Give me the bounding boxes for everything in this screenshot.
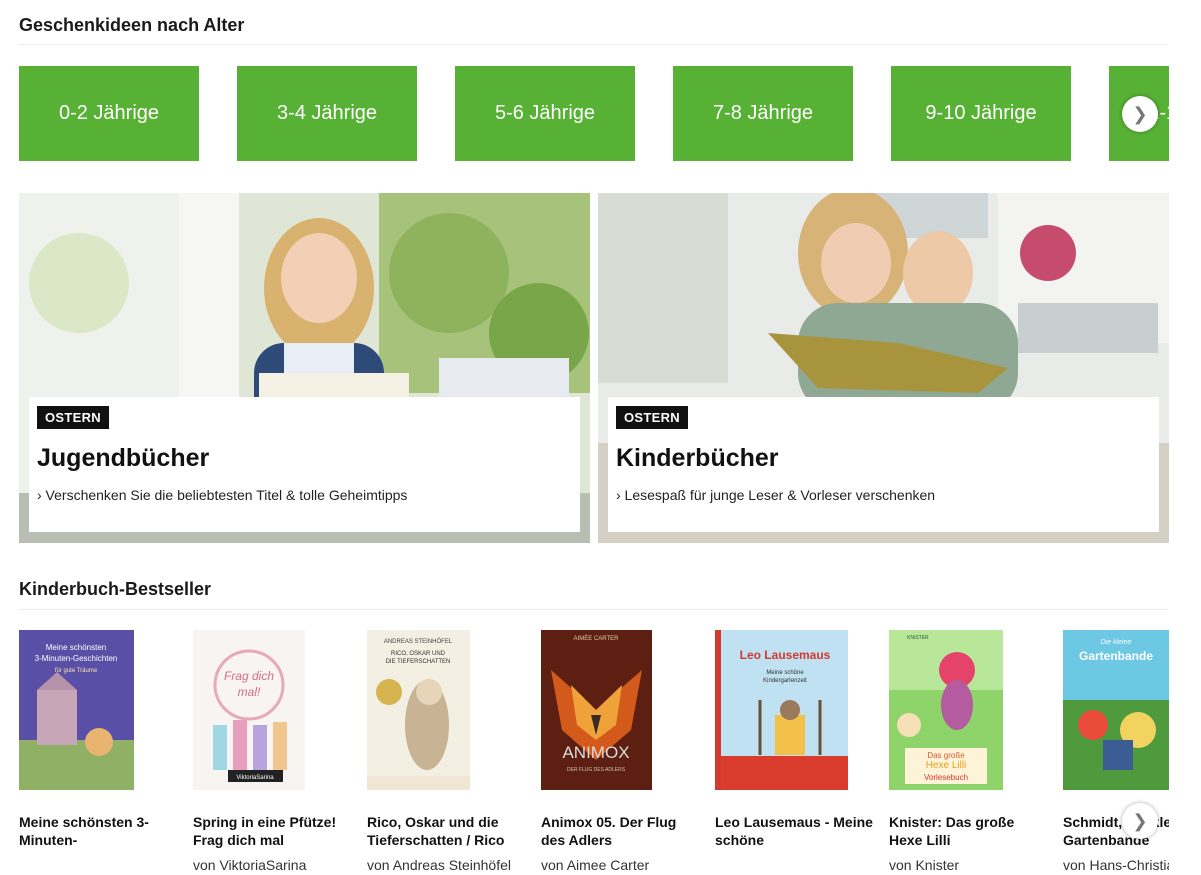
bestseller-section-title: Kinderbuch-Bestseller	[19, 579, 212, 599]
book-title[interactable]: Meine schönsten 3-Minuten-	[19, 813, 179, 849]
book-author: von Andreas Steinhöfel	[367, 857, 511, 873]
svg-text:für gute Träume: für gute Träume	[55, 668, 98, 674]
book-cover[interactable]: Meine schönsten 3-Minuten-Geschichten fü…	[19, 630, 134, 790]
svg-text:DER FLUG DES ADLERS: DER FLUG DES ADLERS	[567, 767, 626, 773]
chevron-right-icon: ❯	[1132, 810, 1148, 831]
bestseller-carousel: Meine schönsten 3-Minuten-Geschichten fü…	[19, 630, 1169, 875]
book-cover[interactable]: AIMÉE CARTER ANIMOX DER FLUG DES ADLERS	[541, 630, 652, 790]
promo-link[interactable]: › Verschenken Sie die beliebtesten Titel…	[37, 487, 407, 503]
svg-text:Kindergartenzeit: Kindergartenzeit	[763, 678, 807, 684]
promo-badge: OSTERN	[616, 406, 688, 429]
svg-text:KNISTER: KNISTER	[907, 635, 929, 641]
age-tile-7-8[interactable]: 7-8 Jährige	[673, 66, 853, 161]
svg-text:3-Minuten-Geschichten: 3-Minuten-Geschichten	[35, 654, 118, 663]
svg-text:Meine schönsten: Meine schönsten	[46, 643, 106, 652]
promo-title: Jugendbücher	[37, 444, 210, 472]
age-tile-9-10[interactable]: 9-10 Jährige	[891, 66, 1071, 161]
bestseller-next-button[interactable]: ❯	[1122, 803, 1158, 839]
book-author: von Knister	[889, 857, 960, 873]
chevron-right-icon: ❯	[1132, 103, 1148, 124]
book-title[interactable]: Leo Lausemaus - Meine schöne	[715, 813, 875, 849]
age-section-title: Geschenkideen nach Alter	[19, 15, 245, 35]
book-cover[interactable]: Leo Lausemaus Meine schöne Kindergartenz…	[715, 630, 848, 790]
svg-text:ViktoriaSarina: ViktoriaSarina	[236, 775, 274, 781]
book-cover[interactable]: KNISTER Das große Hexe Lilli Vorlesebuch	[889, 630, 1003, 790]
promo-badge: OSTERN	[37, 406, 109, 429]
book-cover[interactable]: ANDREAS STEINHÖFEL RICO, OSKAR UND DIE T…	[367, 630, 470, 790]
svg-text:DIE TIEFERSCHATTEN: DIE TIEFERSCHATTEN	[386, 659, 451, 665]
age-carousel: 0-2 Jährige 3-4 Jährige 5-6 Jährige 7-8 …	[19, 66, 1169, 161]
divider	[19, 44, 1168, 45]
book-author: von Aimee Carter	[541, 857, 650, 873]
book-title[interactable]: Spring in eine Pfütze! Frag dich mal	[193, 813, 353, 849]
svg-text:ANDREAS STEINHÖFEL: ANDREAS STEINHÖFEL	[384, 638, 453, 645]
svg-text:Die kleine: Die kleine	[1101, 639, 1132, 646]
svg-text:mal!: mal!	[238, 685, 261, 699]
svg-text:Vorlesebuch: Vorlesebuch	[924, 773, 968, 782]
book-cover[interactable]: Frag dich mal! ViktoriaSarina	[193, 630, 305, 790]
svg-text:Meine schöne: Meine schöne	[766, 670, 804, 676]
svg-text:RICO, OSKAR UND: RICO, OSKAR UND	[391, 651, 446, 657]
svg-text:Gartenbande: Gartenbande	[1079, 649, 1153, 663]
promo-jugendbuecher[interactable]: OSTERN Jugendbücher › Verschenken Sie di…	[19, 193, 590, 543]
svg-text:Frag dich: Frag dich	[224, 669, 274, 683]
age-tile-3-4[interactable]: 3-4 Jährige	[237, 66, 417, 161]
age-next-button[interactable]: ❯	[1122, 96, 1158, 132]
book-author: von ViktoriaSarina	[193, 857, 307, 873]
age-tile-5-6[interactable]: 5-6 Jährige	[455, 66, 635, 161]
svg-text:Hexe Lilli: Hexe Lilli	[926, 760, 967, 771]
svg-text:ANIMOX: ANIMOX	[562, 743, 629, 762]
promo-card: OSTERN Kinderbücher › Lesespaß für junge…	[608, 397, 1159, 532]
book-author: von Hans-Christian Schmidt	[1063, 857, 1169, 873]
book-title[interactable]: Knister: Das große Hexe Lilli	[889, 813, 1049, 849]
book-title[interactable]: Rico, Oskar und die Tieferschatten / Ric…	[367, 813, 527, 849]
svg-text:Leo Lausemaus: Leo Lausemaus	[740, 648, 831, 662]
book-title[interactable]: Animox 05. Der Flug des Adlers	[541, 813, 701, 849]
book-cover[interactable]: Die kleine Gartenbande	[1063, 630, 1169, 790]
divider	[19, 609, 1168, 610]
promo-card: OSTERN Jugendbücher › Verschenken Sie di…	[29, 397, 580, 532]
promo-link[interactable]: › Lesespaß für junge Leser & Vorleser ve…	[616, 487, 935, 503]
promo-kinderbuecher[interactable]: OSTERN Kinderbücher › Lesespaß für junge…	[598, 193, 1169, 543]
promo-title: Kinderbücher	[616, 444, 779, 472]
age-tile-0-2[interactable]: 0-2 Jährige	[19, 66, 199, 161]
svg-text:AIMÉE CARTER: AIMÉE CARTER	[574, 635, 620, 642]
svg-text:Das große: Das große	[927, 751, 965, 760]
